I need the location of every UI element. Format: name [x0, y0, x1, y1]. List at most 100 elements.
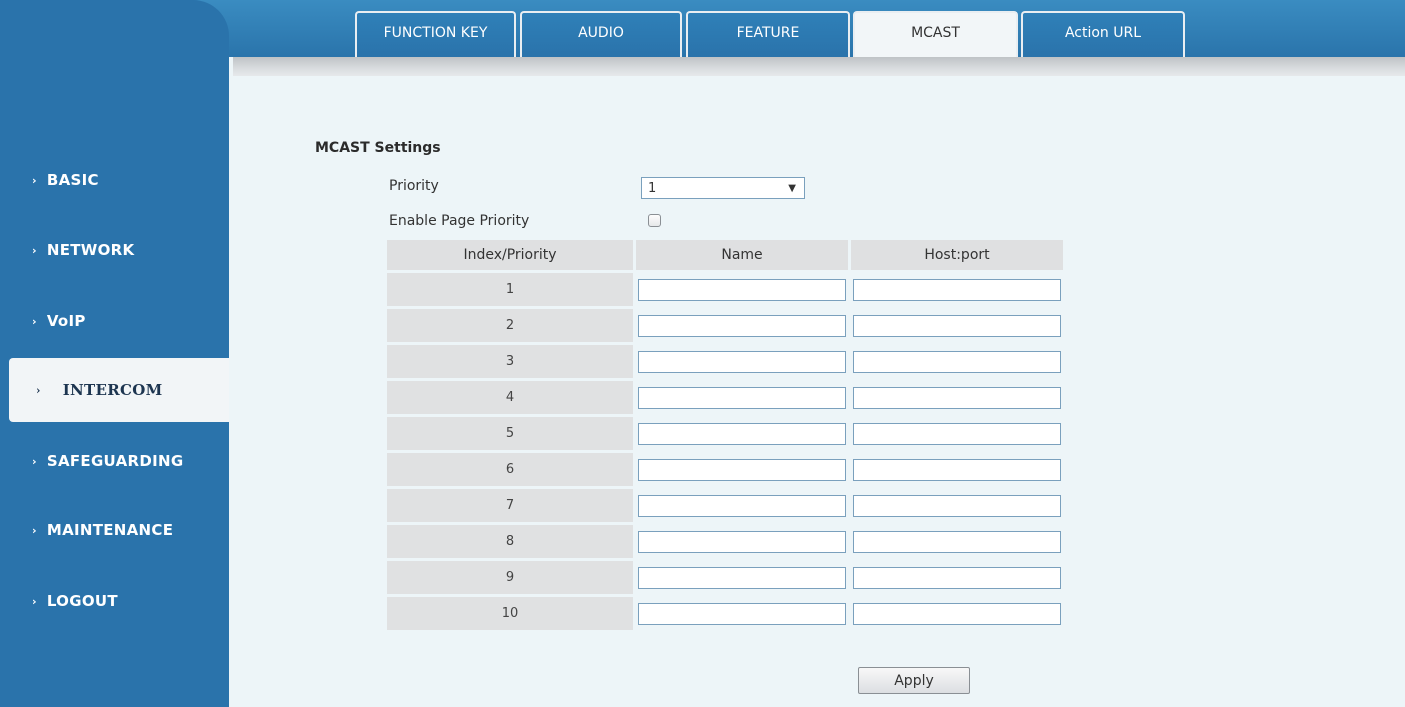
- table-row: 5: [387, 417, 1063, 450]
- sidebar-item-intercom[interactable]: › INTERCOM: [9, 358, 229, 422]
- tab-mcast[interactable]: MCAST: [853, 11, 1018, 57]
- row-cell-name: [636, 273, 848, 306]
- page-priority-checkbox[interactable]: [648, 214, 661, 227]
- row-index: 4: [387, 381, 633, 414]
- tab-label: Action URL: [1064, 25, 1142, 41]
- row-cell-name: [636, 561, 848, 594]
- host-port-input[interactable]: [853, 494, 1061, 517]
- sidebar-item-safeguarding[interactable]: › SAFEGUARDING: [0, 437, 229, 485]
- row-index: 7: [387, 489, 633, 522]
- chevron-right-icon: ›: [32, 243, 37, 257]
- chevron-right-icon: ›: [32, 523, 37, 537]
- name-input[interactable]: [638, 278, 846, 301]
- tab-function-key[interactable]: FUNCTION KEY: [355, 11, 516, 57]
- chevron-right-icon: ›: [36, 383, 41, 397]
- sidebar-item-label: BASIC: [46, 171, 99, 189]
- name-input[interactable]: [638, 530, 846, 553]
- priority-value: 1: [648, 180, 657, 196]
- row-cell-host: [851, 453, 1063, 486]
- host-port-input[interactable]: [853, 458, 1061, 481]
- priority-label: Priority: [389, 178, 439, 194]
- row-cell-host: [851, 345, 1063, 378]
- row-index: 9: [387, 561, 633, 594]
- table-row: 9: [387, 561, 1063, 594]
- table-row: 7: [387, 489, 1063, 522]
- host-port-input[interactable]: [853, 422, 1061, 445]
- row-cell-host: [851, 273, 1063, 306]
- mcast-table: Index/Priority Name Host:port 1234567891…: [384, 237, 1066, 633]
- name-input[interactable]: [638, 602, 846, 625]
- table-row: 4: [387, 381, 1063, 414]
- dropdown-arrow-icon: ▼: [788, 182, 796, 194]
- section-title: MCAST Settings: [315, 140, 441, 156]
- table-row: 3: [387, 345, 1063, 378]
- column-header-name: Name: [636, 240, 848, 270]
- name-input[interactable]: [638, 494, 846, 517]
- row-cell-host: [851, 597, 1063, 630]
- row-cell-host: [851, 489, 1063, 522]
- tab-label: FUNCTION KEY: [383, 25, 488, 41]
- page-priority-label: Enable Page Priority: [389, 213, 530, 229]
- header-shadow-strip: [233, 57, 1405, 76]
- host-port-input[interactable]: [853, 602, 1061, 625]
- row-index: 10: [387, 597, 633, 630]
- priority-select[interactable]: 1 ▼: [641, 177, 805, 199]
- row-cell-name: [636, 417, 848, 450]
- row-cell-host: [851, 525, 1063, 558]
- name-input[interactable]: [638, 314, 846, 337]
- tab-label: MCAST: [911, 25, 960, 41]
- host-port-input[interactable]: [853, 386, 1061, 409]
- tab-label: AUDIO: [578, 25, 624, 41]
- name-input[interactable]: [638, 386, 846, 409]
- table-row: 8: [387, 525, 1063, 558]
- column-header-host: Host:port: [851, 240, 1063, 270]
- sidebar-item-label: LOGOUT: [46, 592, 118, 610]
- sidebar-item-logout[interactable]: › LOGOUT: [0, 577, 229, 625]
- name-input[interactable]: [638, 566, 846, 589]
- sidebar-item-basic[interactable]: › BASIC: [0, 156, 229, 204]
- sidebar-item-network[interactable]: › NETWORK: [0, 226, 229, 274]
- column-header-index: Index/Priority: [387, 240, 633, 270]
- apply-button[interactable]: Apply: [858, 667, 970, 694]
- row-cell-name: [636, 345, 848, 378]
- host-port-input[interactable]: [853, 314, 1061, 337]
- name-input[interactable]: [638, 458, 846, 481]
- chevron-right-icon: ›: [32, 594, 37, 608]
- row-cell-host: [851, 309, 1063, 342]
- tab-audio[interactable]: AUDIO: [520, 11, 682, 57]
- row-cell-name: [636, 309, 848, 342]
- sidebar-item-label: NETWORK: [46, 241, 135, 259]
- row-index: 2: [387, 309, 633, 342]
- row-index: 8: [387, 525, 633, 558]
- table-row: 1: [387, 273, 1063, 306]
- row-index: 5: [387, 417, 633, 450]
- host-port-input[interactable]: [853, 566, 1061, 589]
- sidebar-item-label: INTERCOM: [62, 381, 163, 399]
- table-row: 10: [387, 597, 1063, 630]
- tab-feature[interactable]: FEATURE: [686, 11, 850, 57]
- chevron-right-icon: ›: [32, 173, 37, 187]
- name-input[interactable]: [638, 422, 846, 445]
- row-cell-name: [636, 597, 848, 630]
- row-cell-host: [851, 381, 1063, 414]
- tab-label: FEATURE: [736, 25, 800, 41]
- row-cell-name: [636, 381, 848, 414]
- row-cell-host: [851, 561, 1063, 594]
- sidebar-item-label: SAFEGUARDING: [46, 452, 184, 470]
- row-index: 1: [387, 273, 633, 306]
- host-port-input[interactable]: [853, 350, 1061, 373]
- tab-action-url[interactable]: Action URL: [1021, 11, 1185, 57]
- sidebar-item-voip[interactable]: › VoIP: [0, 297, 229, 345]
- row-index: 6: [387, 453, 633, 486]
- sidebar-item-maintenance[interactable]: › MAINTENANCE: [0, 506, 229, 554]
- chevron-right-icon: ›: [32, 454, 37, 468]
- row-cell-name: [636, 525, 848, 558]
- host-port-input[interactable]: [853, 278, 1061, 301]
- host-port-input[interactable]: [853, 530, 1061, 553]
- sidebar-item-label: VoIP: [46, 312, 86, 330]
- table-row: 2: [387, 309, 1063, 342]
- name-input[interactable]: [638, 350, 846, 373]
- row-cell-name: [636, 453, 848, 486]
- row-cell-host: [851, 417, 1063, 450]
- table-header-row: Index/Priority Name Host:port: [387, 240, 1063, 270]
